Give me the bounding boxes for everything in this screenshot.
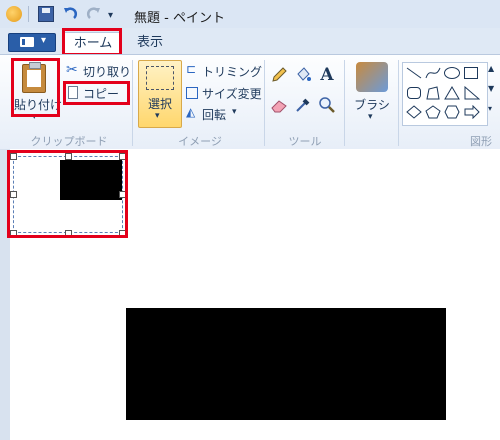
- shapes-expand-icon[interactable]: ▾: [488, 104, 492, 113]
- resize-label: サイズ変更: [202, 87, 262, 101]
- text-icon[interactable]: A: [318, 66, 336, 84]
- group-separator: [398, 60, 399, 146]
- window-title: 無題 - ペイント: [134, 11, 225, 26]
- paint-app-icon[interactable]: [6, 6, 22, 22]
- black-rectangle-drawing: [126, 308, 446, 420]
- group-separator: [132, 60, 133, 146]
- shapes-scroll-up-icon[interactable]: ▲: [488, 64, 494, 73]
- rotate-button[interactable]: ◭ 回転 ▾: [186, 105, 256, 123]
- rectangle-shape-icon[interactable]: [464, 67, 478, 79]
- diamond-shape-icon[interactable]: [406, 105, 422, 119]
- right-triangle-shape-icon[interactable]: [464, 85, 481, 100]
- color-picker-icon[interactable]: [294, 96, 312, 114]
- oval-shape-icon[interactable]: [444, 67, 460, 79]
- fill-bucket-icon[interactable]: [294, 66, 312, 84]
- arrow-shape-icon[interactable]: [464, 104, 480, 120]
- brush-button[interactable]: ブラシ ▾: [350, 60, 394, 126]
- shapes-gallery[interactable]: [402, 62, 488, 126]
- redo-icon[interactable]: [86, 6, 102, 22]
- undo-icon[interactable]: [62, 6, 78, 22]
- resize-icon: [186, 87, 198, 99]
- clipboard-group-label: クリップボード: [30, 135, 108, 148]
- cut-button[interactable]: ✂ 切り取り: [66, 62, 132, 80]
- resize-button[interactable]: サイズ変更: [186, 84, 266, 102]
- rotate-icon: ◭: [186, 105, 196, 119]
- crop-button[interactable]: ⊏ トリミング: [186, 62, 266, 80]
- tools-group-label: ツール: [288, 135, 322, 148]
- polygon-shape-icon[interactable]: [425, 86, 441, 100]
- eraser-icon[interactable]: [270, 96, 288, 114]
- selection-rectangle-icon: [146, 66, 174, 90]
- group-separator: [344, 60, 345, 146]
- rounded-rectangle-shape-icon[interactable]: [407, 87, 421, 99]
- cut-label: 切り取り: [83, 65, 132, 79]
- rotate-dropdown-icon[interactable]: ▾: [232, 107, 237, 117]
- pencil-icon[interactable]: [270, 66, 288, 84]
- pentagon-shape-icon[interactable]: [425, 105, 441, 119]
- triangle-shape-icon[interactable]: [444, 86, 460, 100]
- magnifier-icon[interactable]: [318, 96, 336, 114]
- highlight-paste: [11, 58, 60, 117]
- group-separator: [264, 60, 265, 146]
- scissors-icon: ✂: [66, 62, 78, 78]
- image-group-label: イメージ: [178, 135, 222, 148]
- select-button[interactable]: 選択 ▾: [138, 60, 182, 128]
- select-dropdown-icon[interactable]: ▾: [155, 111, 160, 121]
- shapes-group-label: 図形: [470, 135, 492, 148]
- paint-menu-button[interactable]: ▾: [8, 33, 56, 52]
- highlight-home-tab: [62, 28, 122, 56]
- tab-view[interactable]: 表示: [130, 32, 170, 54]
- hexagon-shape-icon[interactable]: [444, 105, 460, 119]
- brush-icon: [356, 62, 388, 92]
- curve-shape-icon[interactable]: [425, 66, 441, 80]
- save-icon[interactable]: [38, 6, 54, 22]
- crop-label: トリミング: [202, 65, 263, 79]
- shapes-scroll-down-icon[interactable]: ▼: [488, 84, 494, 93]
- rotate-label: 回転: [202, 108, 227, 122]
- crop-icon: ⊏: [186, 62, 197, 76]
- brush-label: ブラシ: [354, 98, 390, 112]
- brush-dropdown-icon[interactable]: ▾: [368, 112, 373, 122]
- highlight-copy: [63, 81, 130, 105]
- tools-panel: A: [270, 66, 340, 122]
- highlight-selection: [7, 150, 128, 238]
- select-label: 選択: [147, 97, 172, 111]
- line-shape-icon[interactable]: [406, 66, 422, 80]
- title-separator: [28, 6, 29, 22]
- quick-access-dropdown-icon[interactable]: ▾: [108, 10, 113, 21]
